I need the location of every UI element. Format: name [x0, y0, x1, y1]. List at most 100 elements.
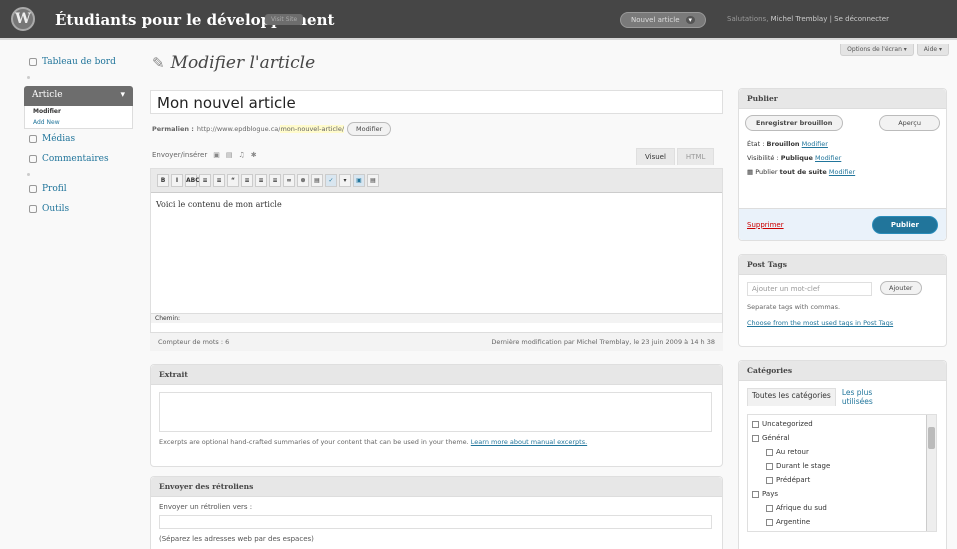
chevron-down-icon[interactable]: ▾	[685, 16, 696, 24]
help-tab[interactable]: Aide ▾	[916, 44, 949, 56]
permalink-edit-button[interactable]: Modifier	[347, 122, 392, 136]
excerpt-textarea[interactable]	[159, 392, 712, 432]
status-edit-link[interactable]: Modifier	[802, 140, 828, 148]
fullscreen-button[interactable]: ▣	[353, 174, 365, 187]
category-checkbox[interactable]	[752, 420, 759, 428]
category-label: Afrique du sud	[776, 504, 827, 512]
visit-site-button[interactable]: Visit Site	[265, 14, 304, 25]
delete-link[interactable]: Supprimer	[747, 221, 784, 229]
sidebar-item-media[interactable]: Médias	[24, 129, 133, 149]
permalink-slug[interactable]: mon-nouvel-article/	[280, 125, 345, 133]
add-tag-button[interactable]: Ajouter	[880, 281, 922, 295]
category-checkbox[interactable]	[752, 490, 759, 498]
category-item[interactable]: Argentine	[752, 515, 932, 529]
sidebar-item-label: Médias	[42, 134, 76, 144]
tab-html[interactable]: HTML	[676, 148, 715, 165]
choose-tags-link[interactable]: Choose from the most used tags in Post T…	[747, 319, 927, 328]
bullet-list-button[interactable]: ≡	[199, 174, 211, 187]
category-item[interactable]: Uncategorized	[752, 417, 932, 431]
wordpress-logo-icon[interactable]: W	[11, 7, 35, 31]
add-image-icon[interactable]: ▣	[213, 151, 220, 159]
screen-options-tab[interactable]: Options de l'écran ▾	[840, 44, 914, 56]
add-audio-icon[interactable]: ♫	[238, 151, 244, 159]
categories-title[interactable]: Catégories	[739, 361, 946, 381]
sidebar-item-comments[interactable]: Commentaires	[24, 149, 133, 169]
publish-label: Publier	[755, 168, 778, 176]
align-left-button[interactable]: ≡	[241, 174, 253, 187]
schedule-edit-link[interactable]: Modifier	[829, 168, 855, 176]
admin-header: W Étudiants pour le développement Visit …	[0, 0, 957, 40]
tab-popular-categories[interactable]: Les plus utilisées	[842, 388, 892, 406]
unlink-button[interactable]: ⊗	[297, 174, 309, 187]
link-button[interactable]: ∞	[283, 174, 295, 187]
media-icon	[29, 135, 37, 143]
category-checkbox[interactable]	[766, 518, 773, 526]
menu-separator	[24, 169, 133, 179]
word-count: Compteur de mots : 6	[158, 338, 230, 346]
trackbacks-help: (Séparez les adresses web par des espace…	[159, 535, 314, 543]
preview-button[interactable]: Aperçu	[879, 115, 940, 131]
trackbacks-label: Envoyer un rétrolien vers :	[159, 503, 253, 511]
new-article-button[interactable]: Nouvel article ▾	[620, 12, 707, 28]
new-article-label[interactable]: Nouvel article	[631, 16, 680, 24]
spellcheck-dropdown[interactable]: ▾	[339, 174, 351, 187]
category-checkbox[interactable]	[766, 476, 773, 484]
sidebar-item-articles[interactable]: Article ▾	[24, 86, 133, 106]
category-item[interactable]: Général	[752, 431, 932, 445]
tab-visual[interactable]: Visuel	[636, 148, 675, 165]
save-draft-button[interactable]: Enregistrer brouillon	[745, 115, 844, 131]
category-checkbox[interactable]	[752, 434, 759, 442]
category-item[interactable]: Au retour	[752, 445, 932, 459]
visibility-label: Visibilité :	[747, 154, 779, 162]
sidebar-item-profile[interactable]: Profil	[24, 179, 133, 199]
align-center-button[interactable]: ≡	[255, 174, 267, 187]
add-media-icon[interactable]: ✱	[251, 151, 257, 159]
visibility-edit-link[interactable]: Modifier	[815, 154, 841, 162]
category-item[interactable]: Durant le stage	[752, 459, 932, 473]
kitchen-sink-button[interactable]: ▤	[367, 174, 379, 187]
last-modified: Dernière modification par Michel Trembla…	[491, 338, 715, 346]
excerpt-learn-more-link[interactable]: Learn more about manual excerpts.	[471, 438, 587, 446]
sidebar-item-tools[interactable]: Outils	[24, 199, 133, 219]
strikethrough-button[interactable]: ABC	[185, 174, 200, 187]
publish-footer: Supprimer Publier	[739, 208, 946, 240]
category-checklist: Uncategorized Général Au retour Durant le s…	[747, 414, 937, 532]
post-title-input[interactable]: Mon nouvel article	[150, 90, 723, 114]
category-checkbox[interactable]	[766, 504, 773, 512]
editor-path: Chemin:	[151, 313, 722, 323]
publish-button[interactable]: Publier	[871, 215, 938, 234]
trackbacks-title[interactable]: Envoyer des rétroliens	[151, 477, 722, 497]
submenu-item-add-new[interactable]: Add New	[25, 117, 132, 128]
category-checkbox[interactable]	[766, 462, 773, 470]
category-scrollbar[interactable]	[926, 415, 936, 531]
scrollbar-thumb[interactable]	[928, 427, 935, 449]
page-title: ✎ Modifier l'article	[152, 53, 315, 73]
blockquote-button[interactable]: “	[227, 174, 239, 187]
category-item[interactable]: Pays	[752, 487, 932, 501]
excerpt-title[interactable]: Extrait	[151, 365, 722, 385]
align-right-button[interactable]: ≡	[269, 174, 281, 187]
italic-button[interactable]: I	[171, 174, 183, 187]
tag-input[interactable]: Ajouter un mot-clef	[747, 282, 872, 296]
post-tags-title[interactable]: Post Tags	[739, 255, 946, 275]
trackbacks-input[interactable]	[159, 515, 712, 529]
tab-all-categories[interactable]: Toutes les catégories	[747, 388, 836, 406]
chevron-down-icon[interactable]: ▾	[120, 90, 125, 102]
spellcheck-button[interactable]: ✓	[325, 174, 337, 187]
sidebar-item-dashboard[interactable]: Tableau de bord	[24, 52, 133, 72]
bold-button[interactable]: B	[157, 174, 169, 187]
submenu-item-edit[interactable]: Modifier	[25, 106, 132, 117]
more-tag-button[interactable]: ▤	[311, 174, 323, 187]
logout-link[interactable]: | Se déconnecter	[830, 15, 889, 23]
editor-content[interactable]: Voici le contenu de mon article	[151, 193, 722, 313]
user-name-link[interactable]: Michel Tremblay	[771, 15, 828, 23]
category-tabs: Toutes les catégories Les plus utilisées	[747, 388, 892, 406]
category-checkbox[interactable]	[766, 448, 773, 456]
add-video-icon[interactable]: ▤	[226, 151, 233, 159]
sidebar-item-label: Article	[32, 90, 63, 100]
numbered-list-button[interactable]: ≡	[213, 174, 225, 187]
sidebar-item-label: Outils	[42, 204, 70, 214]
publish-title[interactable]: Publier	[739, 89, 946, 109]
category-item[interactable]: Afrique du sud	[752, 501, 932, 515]
category-item[interactable]: Prédépart	[752, 473, 932, 487]
